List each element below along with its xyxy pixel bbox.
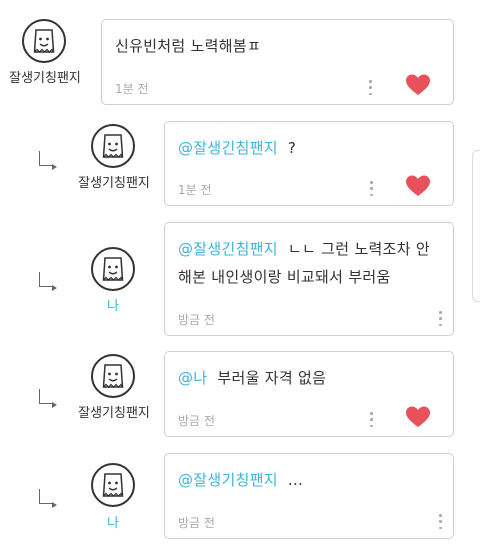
heart-icon[interactable] — [405, 174, 431, 198]
comment-body: 부러울 자격 없음 — [217, 369, 327, 387]
avatar[interactable] — [91, 354, 135, 398]
bag-face-avatar-icon — [102, 473, 124, 497]
avatar[interactable] — [91, 247, 135, 291]
comment-text: 신유빈처럼 노력해봄ㅍ — [115, 32, 441, 60]
bag-face-avatar-icon — [33, 29, 55, 53]
author-name[interactable]: 잘생기칭팬지 — [4, 67, 86, 86]
author-name[interactable]: 잘생기칭팬지 — [70, 402, 158, 421]
bag-face-avatar-icon — [102, 134, 124, 158]
heart-icon[interactable] — [405, 73, 431, 97]
comment-time: 방금 전 — [178, 516, 215, 530]
author-name[interactable]: 나 — [95, 295, 131, 314]
comment-text: @나 부러울 자격 없음 — [178, 364, 441, 392]
more-vertical-icon[interactable] — [439, 514, 442, 529]
comment-card: @나 부러울 자격 없음 방금 전 — [164, 351, 454, 437]
author-name[interactable]: 잘생기칭팬지 — [70, 172, 158, 191]
comment-body: ? — [287, 139, 297, 157]
avatar[interactable] — [91, 463, 135, 507]
reply-arrow-icon — [39, 151, 57, 170]
mention-link[interactable]: @잘생긴침팬지 — [178, 240, 278, 258]
comment-text: @잘생긴침팬지? — [178, 134, 441, 162]
more-vertical-icon[interactable] — [439, 311, 442, 326]
comment-card: @잘생기칭팬지... 방금 전 — [164, 453, 454, 539]
mention-link[interactable]: @잘생긴침팬지 — [178, 139, 278, 157]
comment-body: ... — [287, 471, 304, 489]
more-vertical-icon[interactable] — [370, 412, 373, 427]
more-vertical-icon[interactable] — [370, 181, 373, 196]
comment-body: 신유빈처럼 노력해봄ㅍ — [115, 37, 262, 55]
comment-card: @잘생긴침팬지? 1분 전 — [164, 121, 454, 206]
reply-arrow-icon — [39, 489, 57, 508]
comment-time: 1분 전 — [178, 183, 212, 197]
reply-arrow-icon — [39, 272, 57, 291]
heart-icon[interactable] — [405, 405, 431, 429]
author-name[interactable]: 나 — [95, 512, 131, 531]
comment-time: 1분 전 — [115, 82, 149, 96]
avatar[interactable] — [22, 19, 66, 63]
comment-text: @잘생긴침팬지 ㄴㄴ 그런 노력조차 안해본 내인생이랑 비교돼서 부러움 — [178, 235, 441, 291]
mention-link[interactable]: @나 — [178, 369, 207, 387]
reply-arrow-icon — [39, 389, 57, 408]
comment-card: 신유빈처럼 노력해봄ㅍ 1분 전 — [101, 19, 454, 105]
side-panel-edge — [472, 150, 480, 302]
bag-face-avatar-icon — [102, 364, 124, 388]
comment-card: @잘생긴침팬지 ㄴㄴ 그런 노력조차 안해본 내인생이랑 비교돼서 부러움 방금 … — [164, 222, 454, 336]
comment-text: @잘생기칭팬지... — [178, 466, 441, 494]
comment-time: 방금 전 — [178, 313, 215, 327]
avatar[interactable] — [91, 124, 135, 168]
bag-face-avatar-icon — [102, 257, 124, 281]
mention-link[interactable]: @잘생기칭팬지 — [178, 471, 278, 489]
more-vertical-icon[interactable] — [369, 80, 372, 95]
comment-time: 방금 전 — [178, 414, 215, 428]
